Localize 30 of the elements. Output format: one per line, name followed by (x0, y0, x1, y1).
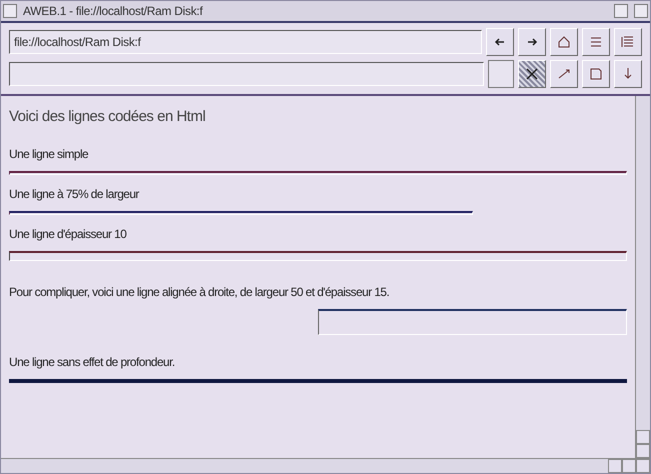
zoom-gadget[interactable] (614, 4, 628, 18)
paragraph: Pour compliquer, voici une ligne alignée à droite, de largeur 50 et d'épaisseur 15. (9, 285, 390, 299)
scrollbar[interactable] (635, 96, 650, 458)
paragraph: Une ligne à 75% de largeur (9, 187, 140, 201)
forward-button[interactable] (518, 28, 546, 56)
scroll-up-button[interactable] (636, 430, 650, 444)
search-field[interactable] (9, 62, 484, 86)
cross-icon (524, 66, 540, 82)
scroll-left-button[interactable] (608, 459, 622, 473)
page-heading: Voici des lignes codées en Html (9, 108, 206, 125)
resize-gadget[interactable] (636, 459, 650, 473)
scroll-right-button[interactable] (622, 459, 636, 473)
window-title: AWEB.1 - file://localhost/Ram Disk:f (23, 4, 204, 18)
paragraph: Une ligne sans effet de profondeur. (9, 355, 176, 369)
paragraph: Une ligne simple (9, 147, 90, 161)
paragraph: Une ligne d'épaisseur 10 (9, 227, 128, 241)
list-button[interactable] (582, 28, 610, 56)
back-button[interactable] (486, 28, 514, 56)
menu-icon (620, 34, 636, 50)
home-icon (556, 34, 572, 50)
depth-gadget[interactable] (634, 4, 648, 18)
status-box (488, 60, 514, 88)
scroll-down-button[interactable] (636, 444, 650, 458)
download-button[interactable] (614, 60, 642, 88)
home-button[interactable] (550, 28, 578, 56)
close-gadget[interactable] (3, 4, 17, 18)
menu-button[interactable] (614, 28, 642, 56)
horizontal-scrollbar[interactable] (1, 458, 650, 473)
url-field[interactable]: file://localhost/Ram Disk:f (9, 30, 482, 54)
stop-button[interactable] (518, 60, 546, 88)
